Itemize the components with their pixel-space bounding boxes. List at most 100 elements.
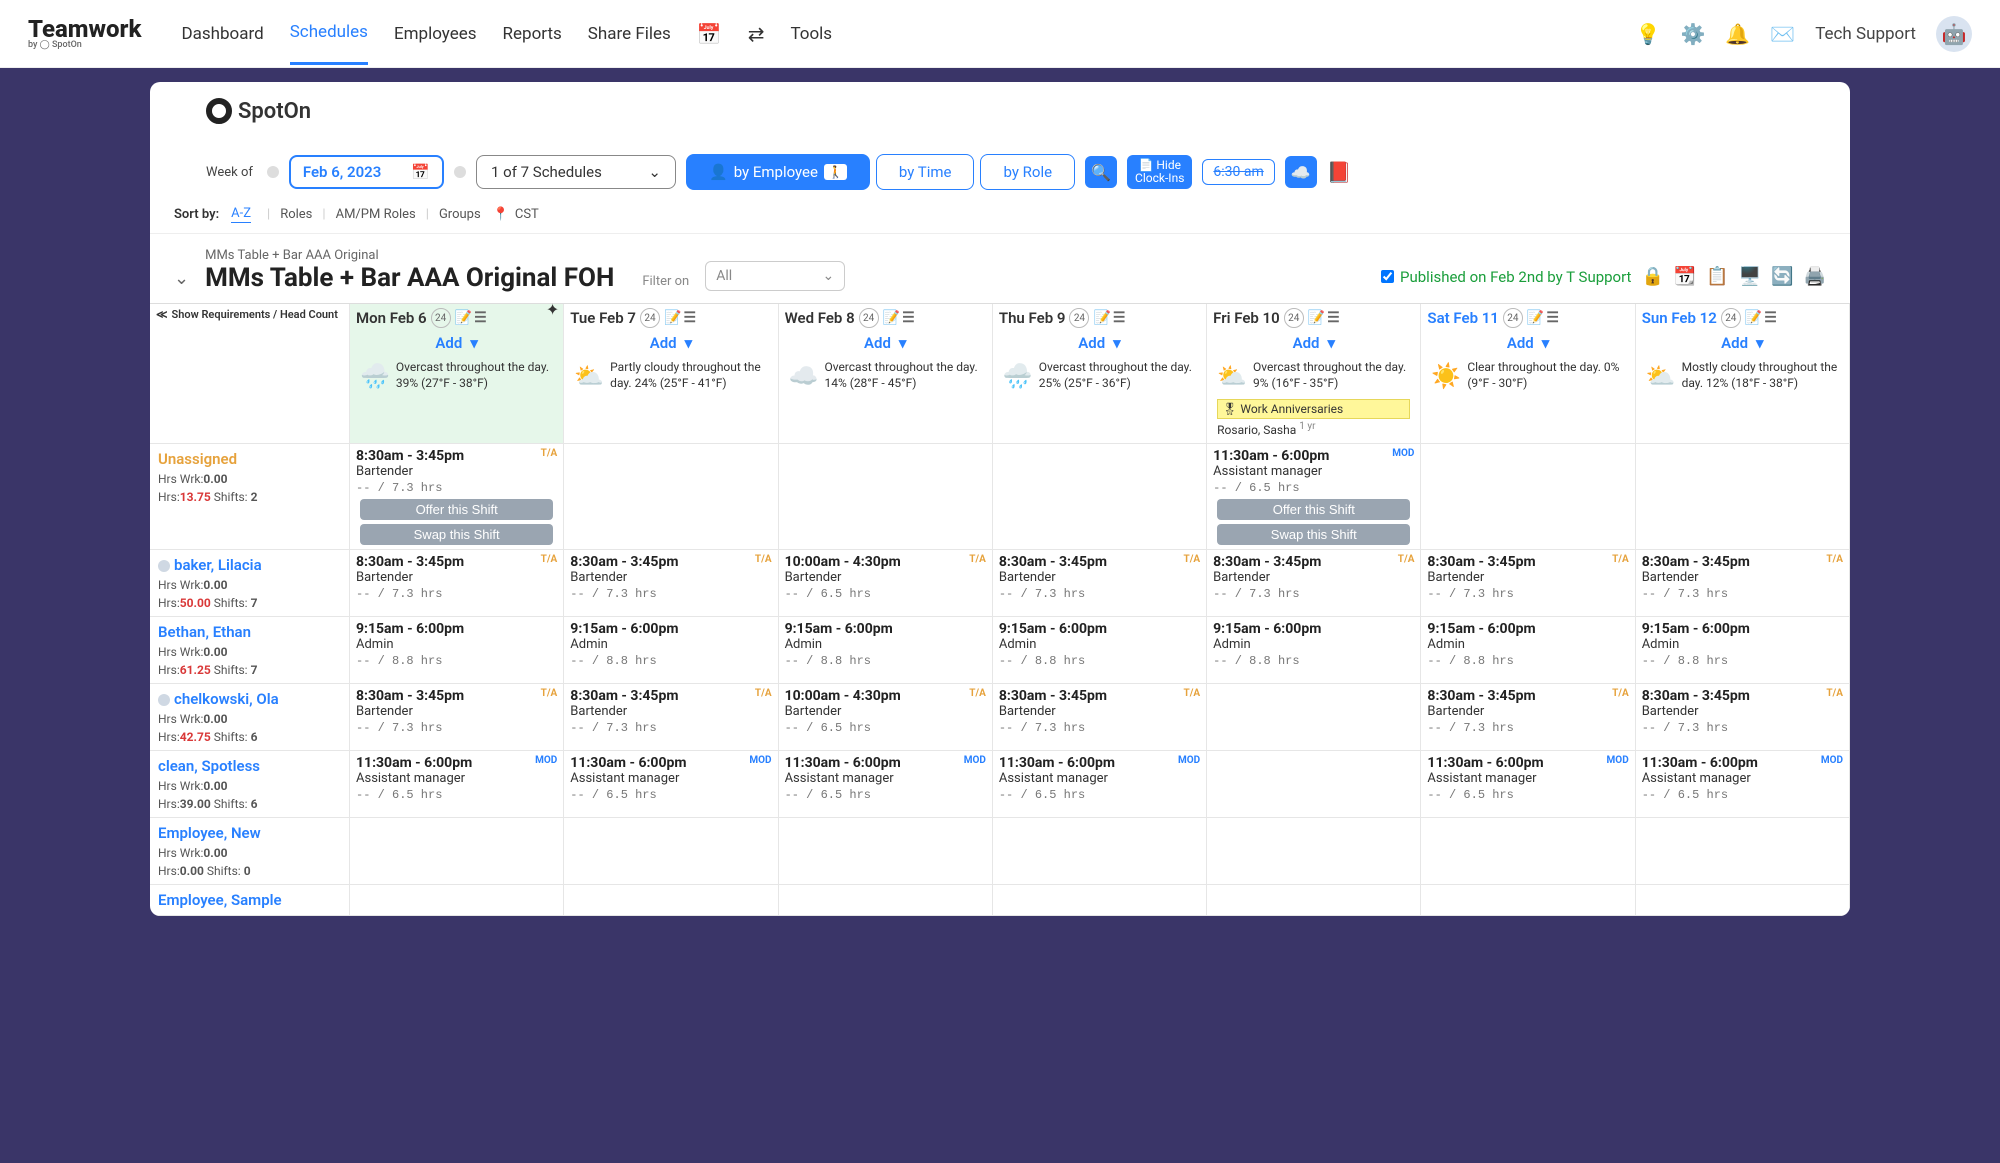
shift-cell[interactable]: [779, 885, 993, 916]
sort-az[interactable]: A-Z: [231, 206, 251, 223]
note-icon[interactable]: 📝: [1745, 310, 1762, 326]
sort-groups[interactable]: Groups: [439, 207, 481, 222]
add-shift-button[interactable]: Add ▾: [1427, 328, 1628, 358]
lock-icon[interactable]: 🔒: [1641, 266, 1663, 287]
employee-name[interactable]: chelkowski, Ola: [158, 690, 341, 708]
nav-tools[interactable]: Tools: [790, 4, 832, 64]
shift-cell[interactable]: [1421, 818, 1635, 885]
employee-name[interactable]: Employee, Sample: [158, 891, 341, 909]
by-employee-button[interactable]: 👤 by Employee 🚶: [686, 154, 870, 190]
list-icon[interactable]: ☰: [902, 310, 915, 326]
user-avatar[interactable]: 🤖: [1936, 16, 1972, 52]
shift-cell[interactable]: T/A10:00am - 4:30pmBartender-- / 6.5 hrs: [779, 684, 993, 751]
shift-cell[interactable]: [1636, 885, 1850, 916]
add-shift-button[interactable]: Add ▾: [356, 328, 557, 358]
shift-cell[interactable]: [350, 818, 564, 885]
shift-cell[interactable]: [564, 818, 778, 885]
employee-name[interactable]: baker, Lilacia: [158, 556, 341, 574]
nav-people-transfer-icon[interactable]: ⇄: [748, 22, 765, 46]
shift-cell[interactable]: MOD11:30am - 6:00pmAssistant manager-- /…: [564, 751, 778, 818]
note-icon[interactable]: 📝: [455, 310, 472, 326]
shift-cell[interactable]: [1207, 818, 1421, 885]
shift-cell[interactable]: [1207, 684, 1421, 751]
employee-name[interactable]: clean, Spotless: [158, 757, 341, 775]
shift-cell[interactable]: [350, 885, 564, 916]
shift-cell[interactable]: MOD11:30am - 6:00pmAssistant manager-- /…: [350, 751, 564, 818]
add-shift-button[interactable]: Add ▾: [785, 328, 986, 358]
note-icon[interactable]: 📝: [1308, 310, 1325, 326]
by-role-button[interactable]: by Role: [980, 154, 1075, 190]
calendar-plus-icon[interactable]: 📆: [1674, 266, 1696, 287]
note-icon[interactable]: 📝: [1093, 310, 1110, 326]
settings-gear-icon[interactable]: ⚙️: [1680, 22, 1705, 46]
shift-cell[interactable]: T/A8:30am - 3:45pmBartender-- / 7.3 hrs: [564, 684, 778, 751]
shift-cell[interactable]: [1636, 444, 1850, 550]
shift-cell[interactable]: [1207, 751, 1421, 818]
add-shift-button[interactable]: Add ▾: [1213, 328, 1414, 358]
search-icon-button[interactable]: 🔍: [1085, 156, 1117, 188]
shift-cell[interactable]: T/A8:30am - 3:45pmBartender-- / 7.3 hrs: [1636, 550, 1850, 617]
shift-cell[interactable]: T/A8:30am - 3:45pmBartender-- / 7.3 hrs: [993, 684, 1207, 751]
shift-cell[interactable]: T/A8:30am - 3:45pmBartender-- / 7.3 hrs: [1636, 684, 1850, 751]
employee-name[interactable]: Unassigned: [158, 450, 341, 468]
strike-time-chip[interactable]: 6:30 am: [1202, 159, 1274, 185]
shift-cell[interactable]: T/A8:30am - 3:45pmBartender-- / 7.3 hrsO…: [350, 444, 564, 550]
schedule-select[interactable]: 1 of 7 Schedules ⌄: [476, 155, 676, 189]
sort-ampm-roles[interactable]: AM/PM Roles: [336, 207, 416, 222]
nav-calendar-icon[interactable]: 📅: [697, 22, 722, 46]
nav-share-files[interactable]: Share Files: [588, 4, 671, 64]
lightbulb-icon[interactable]: 💡: [1636, 22, 1661, 46]
collapse-chevron-icon[interactable]: ⌄: [174, 268, 189, 289]
shift-cell[interactable]: T/A8:30am - 3:45pmBartender-- / 7.3 hrs: [350, 684, 564, 751]
list-icon[interactable]: ☰: [1113, 310, 1126, 326]
shift-cell[interactable]: [564, 444, 778, 550]
shift-cell[interactable]: MOD11:30am - 6:00pmAssistant manager-- /…: [1207, 444, 1421, 550]
list-icon[interactable]: ☰: [474, 310, 487, 326]
shift-cell[interactable]: T/A8:30am - 3:45pmBartender-- / 7.3 hrs: [993, 550, 1207, 617]
shift-cell[interactable]: T/A8:30am - 3:45pmBartender-- / 7.3 hrs: [350, 550, 564, 617]
list-icon[interactable]: ☰: [1764, 310, 1777, 326]
by-time-button[interactable]: by Time: [876, 154, 975, 190]
nav-employees[interactable]: Employees: [394, 4, 477, 64]
shift-cell[interactable]: 9:15am - 6:00pmAdmin-- / 8.8 hrs: [1421, 617, 1635, 684]
list-icon[interactable]: ☰: [683, 310, 696, 326]
shift-cell[interactable]: [1421, 885, 1635, 916]
show-requirements-toggle[interactable]: ≪Show Requirements / Head Count: [150, 304, 350, 444]
shift-cell[interactable]: T/A10:00am - 4:30pmBartender-- / 6.5 hrs: [779, 550, 993, 617]
hide-clockins-button[interactable]: 📄 Hide Clock-Ins: [1127, 155, 1192, 189]
copy-icon[interactable]: 📋: [1706, 266, 1728, 287]
shift-cell[interactable]: [1636, 818, 1850, 885]
prev-week-dot[interactable]: [267, 166, 279, 178]
monitor-badge-icon[interactable]: 🖥️: [1739, 266, 1761, 287]
shift-cell[interactable]: 9:15am - 6:00pmAdmin-- / 8.8 hrs: [564, 617, 778, 684]
swap-shift-button[interactable]: Swap this Shift: [1217, 524, 1410, 545]
shift-cell[interactable]: 9:15am - 6:00pmAdmin-- / 8.8 hrs: [779, 617, 993, 684]
add-shift-button[interactable]: Add ▾: [999, 328, 1200, 358]
list-icon[interactable]: ☰: [1546, 310, 1559, 326]
note-icon[interactable]: 📝: [883, 310, 900, 326]
shift-cell[interactable]: MOD11:30am - 6:00pmAssistant manager-- /…: [993, 751, 1207, 818]
shift-cell[interactable]: T/A8:30am - 3:45pmBartender-- / 7.3 hrs: [564, 550, 778, 617]
week-date-picker[interactable]: Feb 6, 2023 📅: [289, 155, 444, 189]
nav-dashboard[interactable]: Dashboard: [181, 4, 263, 64]
add-shift-button[interactable]: Add ▾: [570, 328, 771, 358]
nav-schedules[interactable]: Schedules: [290, 2, 368, 65]
shift-cell[interactable]: 9:15am - 6:00pmAdmin-- / 8.8 hrs: [993, 617, 1207, 684]
note-icon[interactable]: 📝: [1527, 310, 1544, 326]
shift-cell[interactable]: T/A8:30am - 3:45pmBartender-- / 7.3 hrs: [1207, 550, 1421, 617]
shift-cell[interactable]: [1421, 444, 1635, 550]
shift-cell[interactable]: [564, 885, 778, 916]
printer-icon[interactable]: 🖨️: [1804, 266, 1826, 287]
shift-cell[interactable]: MOD11:30am - 6:00pmAssistant manager-- /…: [779, 751, 993, 818]
shift-cell[interactable]: [1207, 885, 1421, 916]
shift-cell[interactable]: 9:15am - 6:00pmAdmin-- / 8.8 hrs: [1636, 617, 1850, 684]
refresh-icon[interactable]: 🔄: [1771, 266, 1793, 287]
upload-cloud-icon[interactable]: ☁️: [1285, 156, 1317, 188]
nav-reports[interactable]: Reports: [503, 4, 562, 64]
offer-shift-button[interactable]: Offer this Shift: [360, 499, 553, 520]
shift-cell[interactable]: 9:15am - 6:00pmAdmin-- / 8.8 hrs: [1207, 617, 1421, 684]
published-checkbox[interactable]: [1381, 270, 1394, 283]
employee-name[interactable]: Employee, New: [158, 824, 341, 842]
bell-icon[interactable]: 🔔: [1725, 22, 1750, 46]
employee-name[interactable]: Bethan, Ethan: [158, 623, 341, 641]
